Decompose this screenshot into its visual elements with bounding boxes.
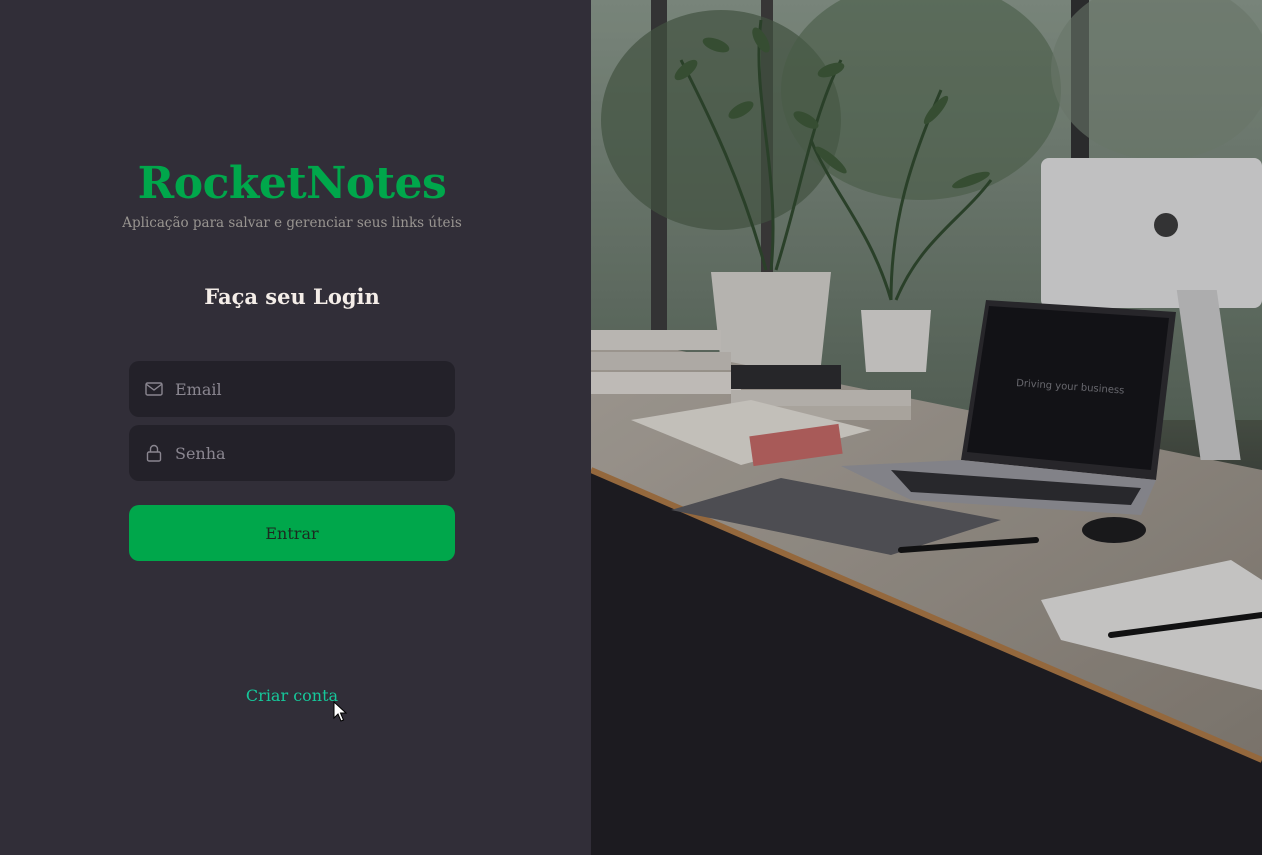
email-field[interactable] xyxy=(129,361,455,417)
brand-tagline: Aplicação para salvar e gerenciar seus l… xyxy=(122,215,462,231)
login-button[interactable]: Entrar xyxy=(129,505,455,561)
password-field[interactable] xyxy=(129,425,455,481)
brand-title: RocketNotes xyxy=(137,158,447,209)
login-panel: RocketNotes Aplicação para salvar e gere… xyxy=(0,0,591,855)
mail-icon xyxy=(145,380,163,398)
create-account-link[interactable]: Criar conta xyxy=(0,686,584,705)
lock-icon xyxy=(145,444,163,462)
email-input[interactable] xyxy=(175,369,445,409)
mouse-cursor-icon xyxy=(333,701,347,722)
password-input[interactable] xyxy=(175,433,445,473)
hero-image: Driving your business xyxy=(591,0,1262,855)
login-title: Faça seu Login xyxy=(204,284,380,309)
image-overlay xyxy=(591,0,1262,855)
